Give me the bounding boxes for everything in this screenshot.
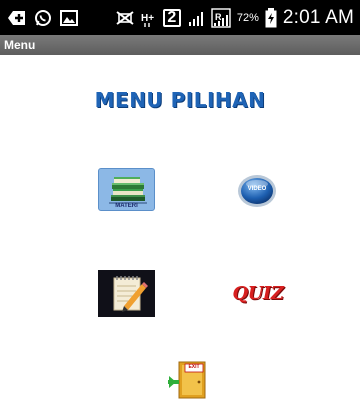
svg-text:R: R bbox=[215, 12, 222, 22]
materi-button[interactable]: MATERI bbox=[98, 168, 155, 211]
exit-button[interactable]: EXIT bbox=[165, 360, 213, 400]
mute-icon bbox=[115, 9, 135, 27]
svg-text:H+: H+ bbox=[141, 13, 154, 24]
notepad-pencil-icon bbox=[113, 276, 148, 312]
system-icons: H+ 2 R 72% 2:01 AM bbox=[115, 7, 354, 29]
notification-icons bbox=[6, 9, 78, 27]
battery-charging-icon bbox=[265, 7, 277, 28]
action-bar: Menu bbox=[0, 35, 360, 55]
materi-label: MATERI bbox=[115, 203, 138, 209]
video-button[interactable]: VIDEO bbox=[236, 172, 278, 210]
quiz-button[interactable]: QUIZ bbox=[228, 277, 288, 311]
whatsapp-icon bbox=[34, 9, 52, 27]
status-bar: H+ 2 R 72% 2:01 AM bbox=[0, 0, 360, 35]
notes-button[interactable] bbox=[98, 270, 155, 317]
image-icon bbox=[60, 9, 78, 26]
signal-icon bbox=[187, 9, 205, 27]
page-title: MENU PILIHAN bbox=[94, 88, 266, 112]
exit-label: EXIT bbox=[188, 364, 200, 370]
video-label: VIDEO bbox=[247, 186, 267, 192]
action-bar-title: Menu bbox=[4, 38, 36, 52]
sim-2-icon: 2 bbox=[162, 8, 181, 27]
battery-percent: 72% bbox=[236, 11, 259, 24]
quiz-label: QUIZ bbox=[232, 283, 284, 304]
status-time: 2:01 AM bbox=[282, 6, 354, 28]
signal-r-icon: R bbox=[211, 7, 231, 28]
add-icon bbox=[6, 9, 26, 27]
network-h-plus-icon: H+ bbox=[141, 9, 157, 27]
